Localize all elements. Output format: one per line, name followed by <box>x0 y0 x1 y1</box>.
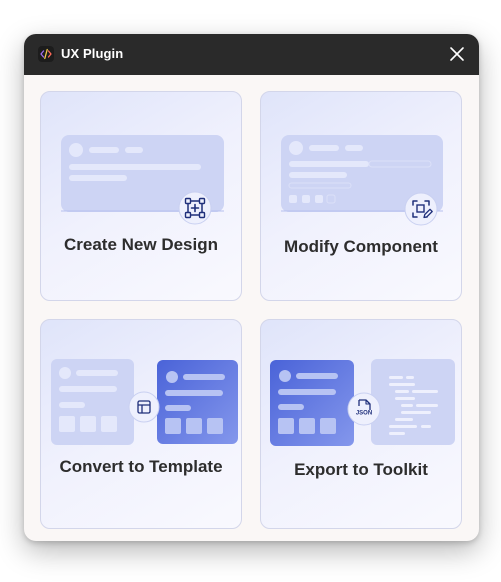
code-slash-icon <box>38 46 54 62</box>
json-icon-text: JSON <box>356 411 372 417</box>
card-create-new-design[interactable]: Create New Design <box>40 91 242 301</box>
window-title: UX Plugin <box>61 46 124 61</box>
card-label: Export to Toolkit <box>294 460 428 479</box>
convert-template-illustration <box>51 359 238 445</box>
layout-template-icon <box>128 391 160 423</box>
json-file-icon: JSON <box>347 392 381 426</box>
card-label: Modify Component <box>284 237 438 256</box>
card-label: Create New Design <box>64 235 218 254</box>
frame-edit-icon <box>404 192 438 226</box>
card-convert-to-template[interactable]: Convert to Template <box>40 319 242 529</box>
create-design-illustration <box>61 135 224 212</box>
card-export-to-toolkit[interactable]: JSON Export to Toolkit <box>260 319 462 529</box>
close-icon[interactable] <box>449 46 465 62</box>
title-bar: UX Plugin <box>24 34 479 75</box>
plugin-window: UX Plugin Create New Design Modify Compo… <box>24 34 479 541</box>
card-label: Convert to Template <box>59 457 223 476</box>
add-frame-icon <box>178 191 212 225</box>
card-modify-component[interactable]: Modify Component <box>260 91 462 301</box>
